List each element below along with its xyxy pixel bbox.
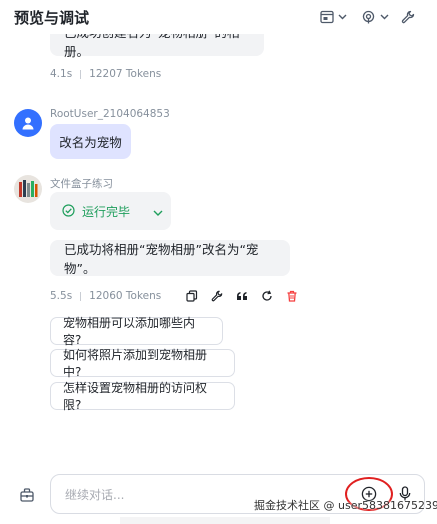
- suggested-question-text: 宠物相册可以添加哪些内容?: [63, 316, 196, 347]
- message-actions: [184, 288, 300, 304]
- copy-icon: [186, 290, 198, 302]
- toolbox-button[interactable]: [14, 482, 40, 508]
- delete-icon: [287, 290, 297, 302]
- meta-divider: [80, 291, 82, 301]
- suggested-question[interactable]: 怎样设置宠物相册的访问权限?: [50, 381, 235, 412]
- suggested-question-text: 怎样设置宠物相册的访问权限?: [63, 381, 208, 412]
- bot-name: 文件盒子练习: [50, 178, 113, 190]
- response-time: 5.5s: [50, 290, 73, 302]
- refresh-icon: [262, 290, 272, 301]
- toolbox-icon: [20, 488, 34, 502]
- settings-button[interactable]: [401, 8, 415, 26]
- edit-tool-button[interactable]: [209, 288, 225, 304]
- bot-message-bubble: 已成功将相册“宠物相册”改名为“宠物”。: [50, 240, 290, 276]
- chevron-down-icon: [380, 14, 389, 20]
- debug-icon: [361, 10, 376, 25]
- suggested-question-text: 如何将照片添加到宠物相册中?: [63, 348, 208, 379]
- debug-menu-button[interactable]: [361, 8, 389, 26]
- response-time: 4.1s: [50, 68, 73, 80]
- user-avatar: [14, 109, 42, 137]
- regenerate-button[interactable]: [259, 288, 275, 304]
- chevron-down-icon: [153, 202, 163, 221]
- chevron-down-icon: [338, 14, 347, 20]
- wrench-icon: [211, 290, 223, 302]
- copy-button[interactable]: [184, 288, 200, 304]
- user-message-bubble: 改名为宠物: [50, 124, 131, 159]
- watermark-text: 掘金技术社区 @ user5838167523996: [254, 499, 437, 512]
- page-title: 预览与调试: [14, 9, 90, 27]
- bot-message-text: 已成功将相册“宠物相册”改名为“宠物”。: [64, 242, 259, 276]
- wrench-icon: [401, 10, 415, 24]
- bottom-edge: [120, 517, 330, 524]
- token-count: 12060 Tokens: [89, 290, 162, 302]
- run-status-card[interactable]: 运行完毕: [50, 192, 171, 230]
- suggested-question[interactable]: 宠物相册可以添加哪些内容?: [50, 316, 223, 347]
- suggested-question[interactable]: 如何将照片添加到宠物相册中?: [50, 348, 235, 379]
- user-name: RootUser_2104064853: [50, 108, 170, 120]
- user-icon: [22, 117, 34, 130]
- user-message-text: 改名为宠物: [59, 135, 122, 150]
- run-status-text: 运行完毕: [82, 204, 131, 219]
- delete-button[interactable]: [284, 288, 300, 304]
- bot-avatar: [14, 175, 42, 203]
- layout-icon: [320, 10, 334, 24]
- quote-button[interactable]: [234, 288, 250, 304]
- message-meta: 4.1s 12207 Tokens: [50, 68, 161, 80]
- quote-icon: [237, 292, 247, 300]
- message-meta: 5.5s 12060 Tokens: [50, 290, 161, 302]
- header-bar: 预览与调试: [0, 0, 437, 34]
- layout-menu-button[interactable]: [320, 8, 347, 26]
- check-circle-icon: [62, 202, 75, 221]
- meta-divider: [80, 69, 82, 79]
- token-count: 12207 Tokens: [89, 68, 162, 80]
